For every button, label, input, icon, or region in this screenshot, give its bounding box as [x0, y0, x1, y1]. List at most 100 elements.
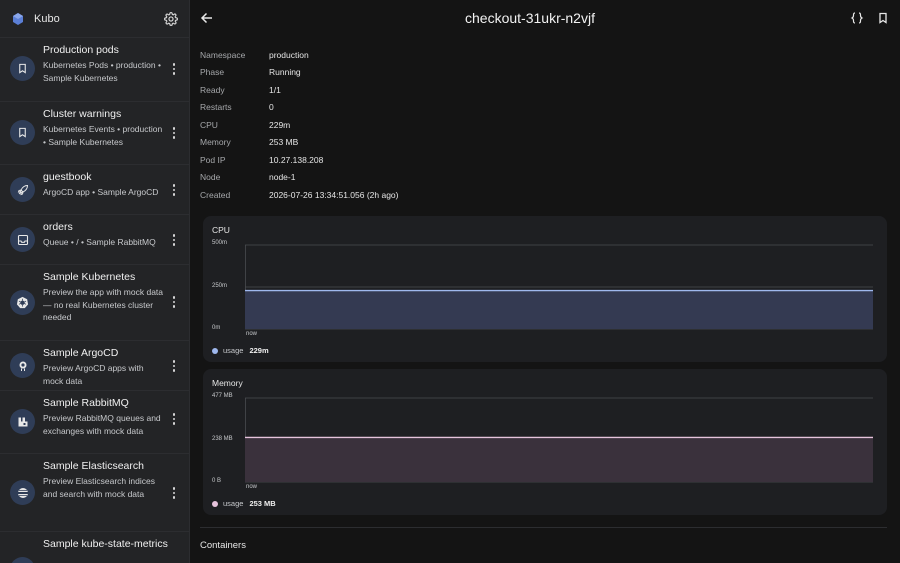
property-key: Node	[200, 172, 221, 183]
property-value: node-1	[269, 172, 296, 183]
property-key: Ready	[200, 84, 225, 95]
y-tick-label: 477 MB	[212, 393, 233, 399]
legend-swatch	[212, 347, 218, 354]
y-tick-label: 250m	[212, 283, 228, 289]
property-row: Memory 253 MB	[200, 134, 900, 152]
x-tick-label: now	[246, 484, 258, 490]
rocket-icon	[10, 177, 35, 202]
sidebar-item-label: Cluster warnings	[43, 108, 122, 120]
property-value: 2026-07-26 13:34:51.056 (2h ago)	[269, 189, 399, 200]
main-panel: checkout-31ukr-n2vjf Namespace production…	[190, 0, 900, 563]
sidebar-item-cluster-warnings[interactable]: Cluster warnings Kubernetes Events • prod…	[0, 102, 189, 165]
sidebar-item-subtitle: Preview RabbitMQ queues and exchanges wi…	[43, 413, 161, 436]
legend-series-name: usage	[223, 346, 244, 355]
property-row: Ready 1/1	[200, 81, 900, 99]
sidebar-item-subtitle: Kubernetes Events • production • Sample …	[43, 124, 163, 147]
y-tick-label: 0 B	[212, 478, 222, 484]
property-row: Pod IP 10.27.138.208	[200, 151, 900, 169]
bookmark-icon	[10, 56, 35, 81]
memory-plot	[245, 397, 873, 483]
property-key: Phase	[200, 67, 225, 78]
property-value: 229m	[269, 119, 291, 130]
usage-area	[245, 437, 873, 482]
property-value: Running	[269, 67, 301, 78]
sidebar-item-label: guestbook	[43, 171, 92, 183]
more-options-icon[interactable]	[167, 180, 181, 200]
settings-gear-icon[interactable]	[163, 11, 179, 27]
property-key: CPU	[200, 119, 218, 130]
sidebar-item-sample-kubernetes[interactable]: Sample Kubernetes Preview the app with mo…	[0, 265, 189, 341]
sidebar-item-subtitle: Preview ArgoCD apps with mock data	[43, 363, 144, 386]
metrics-icon	[10, 557, 35, 563]
x-tick-label: now	[246, 331, 258, 337]
sidebar-item-label: Sample ArgoCD	[43, 347, 119, 359]
cpu-plot	[245, 244, 873, 330]
sidebar-item-subtitle: Queue • / • Sample RabbitMQ	[43, 237, 156, 247]
property-key: Pod IP	[200, 154, 226, 165]
chart-legend: usage 253 MB	[212, 499, 276, 508]
property-value: 10.27.138.208	[269, 154, 324, 165]
sidebar-item-subtitle: Kubernetes Pods • production • Sample Ku…	[43, 60, 161, 83]
property-key: Namespace	[200, 49, 246, 60]
sidebar-header: Kubo	[0, 0, 189, 38]
sidebar-item-label: Sample kube-state-metrics	[43, 538, 168, 550]
more-options-icon[interactable]	[167, 292, 181, 312]
json-braces-icon[interactable]	[846, 7, 868, 29]
sidebar-item-guestbook[interactable]: guestbook ArgoCD app • Sample ArgoCD	[0, 165, 189, 215]
more-options-icon[interactable]	[167, 483, 181, 503]
sidebar-item-label: Sample Elasticsearch	[43, 460, 144, 472]
sidebar-item-label: Sample RabbitMQ	[43, 397, 129, 409]
property-value: 1/1	[269, 84, 281, 95]
sidebar-item-subtitle: ArgoCD app • Sample ArgoCD	[43, 187, 159, 197]
sidebar-item-production-pods[interactable]: Production pods Kubernetes Pods • product…	[0, 38, 189, 102]
usage-area	[245, 290, 873, 329]
y-tick-label: 238 MB	[212, 436, 233, 442]
sidebar-item-label: Production pods	[43, 44, 119, 56]
property-key: Memory	[200, 137, 231, 148]
property-row: Created 2026-07-26 13:34:51.056 (2h ago)	[200, 186, 900, 204]
topbar: checkout-31ukr-n2vjf	[190, 0, 900, 36]
chart-title: CPU	[212, 225, 230, 235]
more-options-icon[interactable]	[167, 409, 181, 429]
argocd-icon	[10, 353, 35, 378]
legend-swatch	[212, 500, 218, 507]
chart-legend: usage 229m	[212, 346, 269, 355]
property-key: Restarts	[200, 102, 232, 113]
kubernetes-icon	[10, 290, 35, 315]
property-value: 253 MB	[269, 137, 299, 148]
more-options-icon[interactable]	[167, 59, 181, 79]
property-key: Created	[200, 189, 231, 200]
sidebar-item-label: orders	[43, 221, 73, 233]
property-row: CPU 229m	[200, 116, 900, 134]
sidebar-item-sample-kube-state-metrics[interactable]: Sample kube-state-metrics	[0, 532, 189, 563]
legend-series-name: usage	[223, 499, 244, 508]
property-value: production	[269, 49, 309, 60]
bookmark-icon[interactable]	[872, 7, 894, 29]
y-tick-label: 500m	[212, 240, 228, 246]
back-arrow-icon[interactable]	[196, 7, 218, 29]
containers-section-title[interactable]: Containers	[200, 540, 246, 551]
legend-series-value: 253 MB	[249, 499, 276, 508]
rabbitmq-icon	[10, 409, 35, 434]
sidebar: Kubo Production pods Kubernetes Pods • pr…	[0, 0, 190, 563]
elasticsearch-icon	[10, 480, 35, 505]
property-row: Restarts 0	[200, 99, 900, 117]
more-options-icon[interactable]	[167, 230, 181, 250]
more-options-icon[interactable]	[167, 123, 181, 143]
sidebar-item-sample-rabbitmq[interactable]: Sample RabbitMQ Preview RabbitMQ queues a…	[0, 391, 189, 454]
property-row: Node node-1	[200, 169, 900, 187]
more-options-icon[interactable]	[167, 356, 181, 376]
legend-series-value: 229m	[249, 346, 269, 355]
inbox-icon	[10, 227, 35, 252]
sidebar-item-sample-argocd[interactable]: Sample ArgoCD Preview ArgoCD apps with mo…	[0, 341, 189, 391]
y-tick-label: 0m	[212, 325, 221, 331]
cpu-chart-card: CPU 500m 250m 0m now usage 229m	[203, 216, 887, 362]
page-title: checkout-31ukr-n2vjf	[465, 10, 595, 26]
sidebar-item-subtitle: Preview Elasticsearch indices and search…	[43, 476, 155, 499]
sidebar-item-label: Sample Kubernetes	[43, 271, 136, 283]
memory-chart-card: Memory 477 MB 238 MB 0 B now usage 253 M…	[203, 369, 887, 515]
pod-properties: Namespace production Phase Running Ready 1/…	[190, 36, 900, 204]
sidebar-item-sample-elasticsearch[interactable]: Sample Elasticsearch Preview Elasticsearc…	[0, 454, 189, 532]
property-row: Namespace production	[200, 46, 900, 64]
sidebar-item-orders[interactable]: orders Queue • / • Sample RabbitMQ	[0, 215, 189, 265]
